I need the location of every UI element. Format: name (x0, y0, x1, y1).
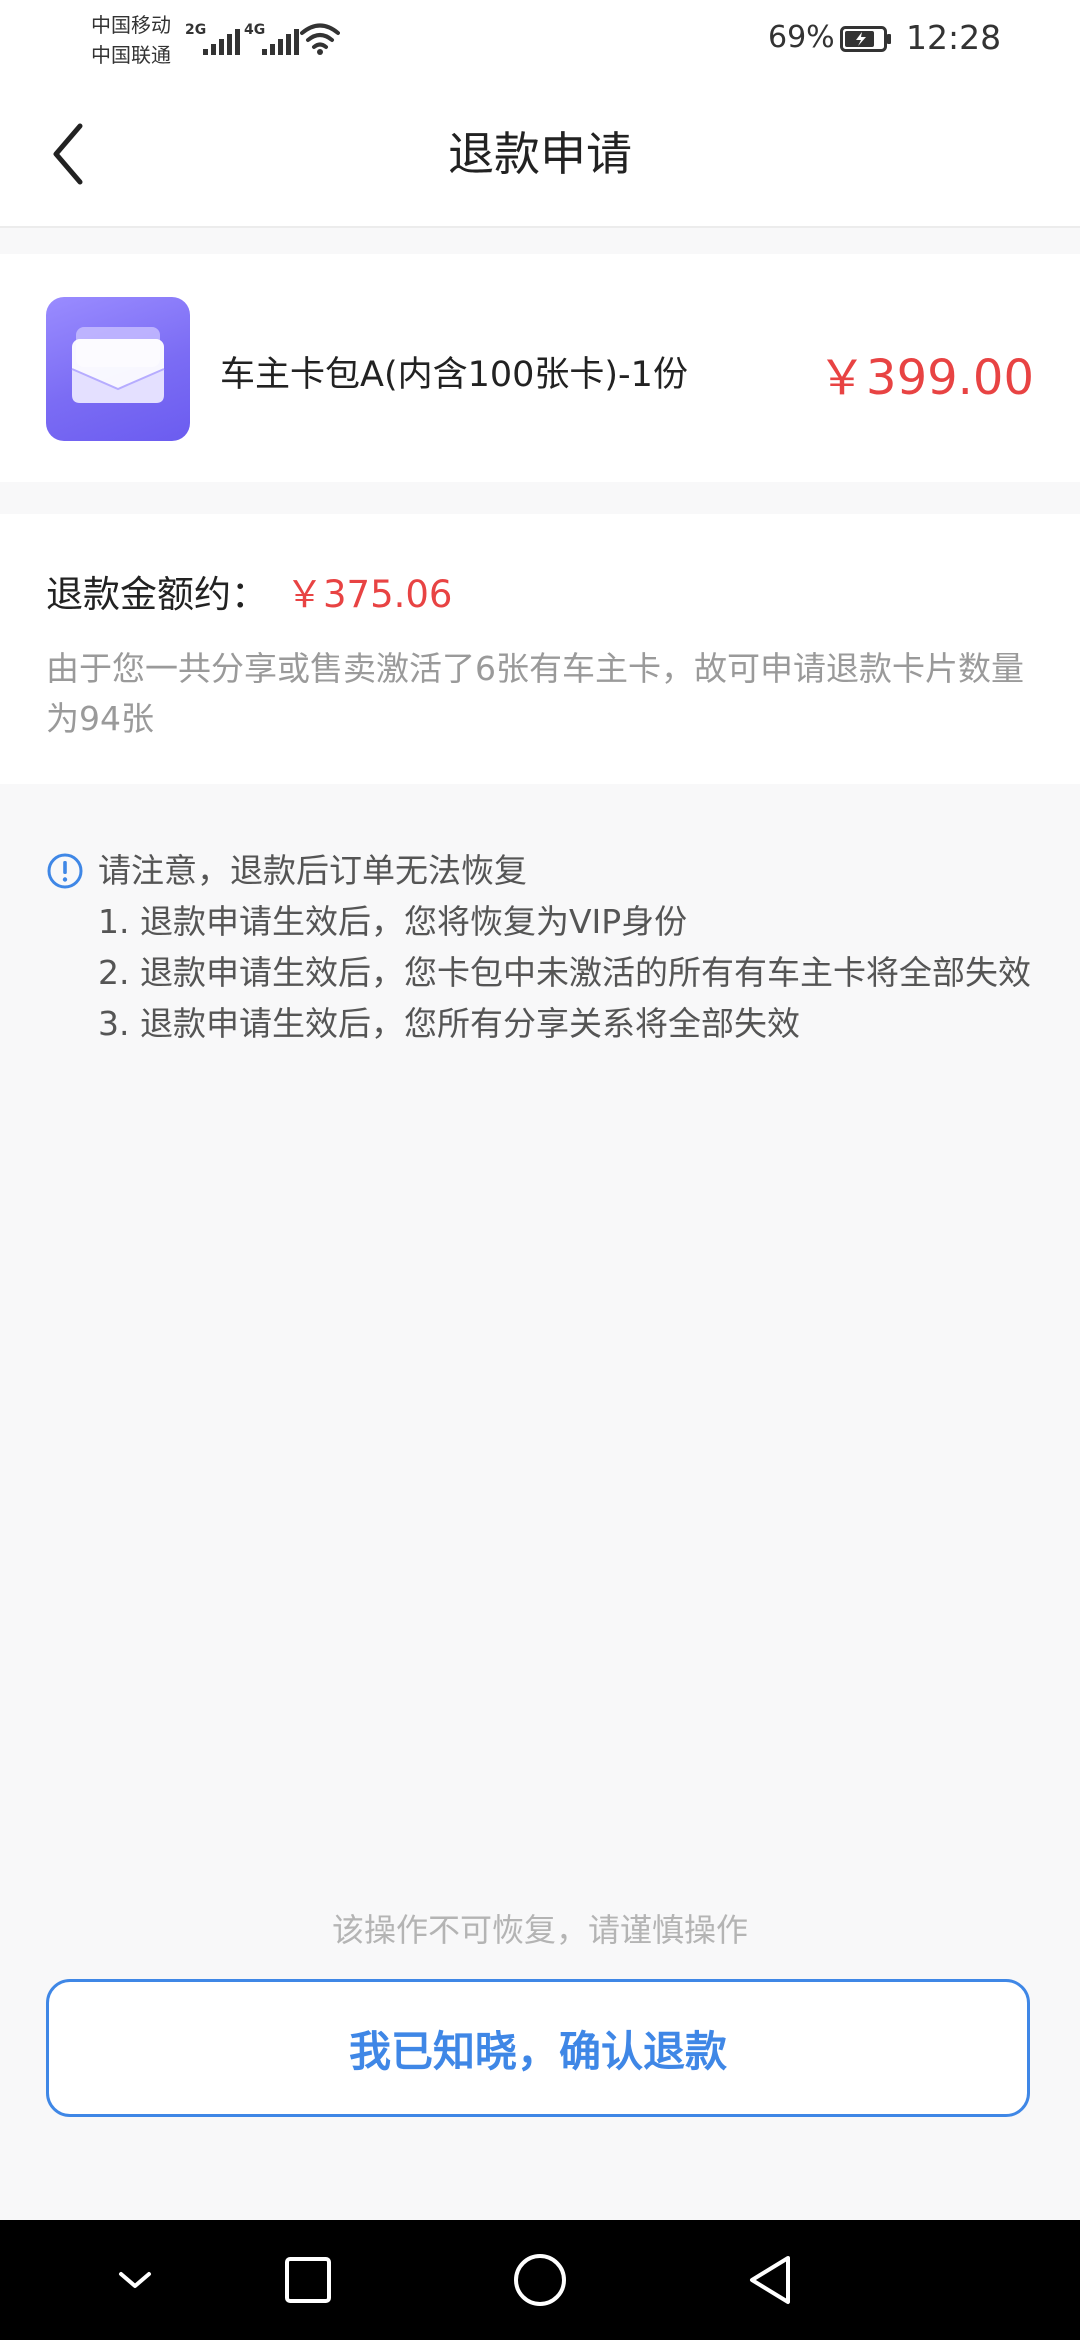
carrier-2: 中国联通 (91, 43, 171, 67)
refund-amount-label: 退款金额约： (46, 573, 268, 616)
battery-percentage: 69% (768, 20, 835, 55)
chevron-down-icon[interactable] (105, 2250, 165, 2310)
notice-title: 请注意，退款后订单无法恢复 (98, 851, 527, 890)
system-navigation-bar (0, 2220, 1080, 2340)
confirm-refund-button[interactable]: 我已知晓，确认退款 (46, 1979, 1030, 2117)
envelope-icon (71, 327, 165, 403)
refund-description: 由于您一共分享或售卖激活了6张有车主卡，故可申请退款卡片数量为94张 (46, 649, 1024, 738)
wifi-icon (300, 23, 340, 55)
triangle-back-icon[interactable] (740, 2250, 800, 2310)
circle-icon[interactable] (510, 2250, 570, 2310)
carrier-labels: 中国移动 中国联通 (91, 10, 171, 70)
warning-text: 该操作不可恢复，请谨慎操作 (331, 1911, 748, 1949)
notice-list: 1. 退款申请生效后，您将恢复为VIP身份 2. 退款申请生效后，您卡包中未激活… (98, 896, 1058, 1049)
product-image (46, 297, 190, 441)
clock: 12:28 (906, 18, 1002, 57)
info-circle-icon (47, 853, 83, 889)
notice-item: 3. 退款申请生效后，您所有分享关系将全部失效 (98, 1004, 800, 1043)
page-title: 退款申请 (448, 127, 632, 181)
product-price: ￥399.00 (818, 350, 1034, 406)
square-icon[interactable] (278, 2250, 338, 2310)
battery-icon (840, 26, 891, 52)
notice-item: 1. 退款申请生效后，您将恢复为VIP身份 (98, 902, 688, 941)
product-card: 车主卡包A(内含100张卡)-1份 ￥399.00 (0, 254, 1080, 482)
navigation-bar: 退款申请 (0, 80, 1080, 228)
signal-icon (262, 29, 299, 55)
refund-amount-section: 退款金额约： ￥375.06 由于您一共分享或售卖激活了6张有车主卡，故可申请退… (0, 514, 1080, 784)
notice-item: 2. 退款申请生效后，您卡包中未激活的所有有车主卡将全部失效 (98, 953, 1031, 992)
status-bar: 中国移动 中国联通 2G 4G 69% 12:28 (0, 0, 1080, 80)
product-name: 车主卡包A(内含100张卡)-1份 (220, 355, 688, 395)
refund-amount-value: ￥375.06 (286, 573, 453, 616)
signal-icon (203, 29, 240, 55)
carrier-1: 中国移动 (91, 13, 171, 37)
